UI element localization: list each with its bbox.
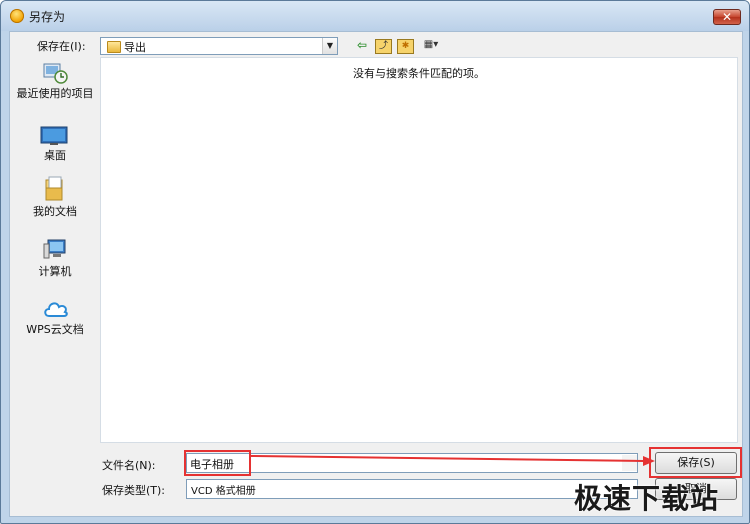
recent-icon [43, 63, 68, 84]
file-list[interactable]: 没有与搜索条件匹配的项。 [100, 57, 738, 443]
dialog-title: 另存为 [29, 10, 66, 24]
app-icon [10, 9, 24, 23]
save-in-value: 导出 [124, 41, 146, 54]
save-button-highlight [649, 447, 742, 478]
annotation-arrow [251, 455, 655, 466]
view-menu-icon[interactable]: ▦▾ [418, 37, 444, 53]
place-label: WPS云文档 [26, 323, 84, 336]
dialog-body: 保存在(I): 导出 ▼ ⇦ ⤴ ✱ ▦▾ 最近使用的项目 桌面 我的文档 计算… [9, 31, 743, 517]
place-wps-cloud[interactable]: WPS云文档 [14, 294, 96, 340]
file-type-value: VCD 格式相册 [191, 486, 256, 497]
computer-icon [43, 239, 66, 259]
up-folder-icon[interactable]: ⤴ [375, 39, 392, 54]
place-label: 最近使用的项目 [16, 87, 94, 100]
documents-icon [45, 176, 63, 201]
desktop-icon [40, 126, 68, 145]
file-name-label: 文件名(N): [102, 459, 156, 472]
watermark-text: 极速下载站 [574, 482, 720, 515]
save-in-combobox[interactable]: 导出 ▼ [100, 37, 338, 55]
file-type-select[interactable]: VCD 格式相册 [186, 479, 638, 499]
place-label: 桌面 [44, 149, 66, 162]
save-in-label: 保存在(I): [37, 40, 86, 53]
folder-icon [107, 41, 121, 53]
place-desktop[interactable]: 桌面 [14, 122, 96, 166]
close-button[interactable]: ✕ [713, 9, 741, 25]
place-label: 我的文档 [33, 205, 77, 218]
empty-message: 没有与搜索条件匹配的项。 [353, 67, 485, 80]
place-label: 计算机 [38, 265, 72, 278]
back-icon[interactable]: ⇦ [355, 37, 369, 53]
chevron-down-icon[interactable]: ▼ [322, 38, 337, 54]
file-name-highlight [184, 450, 251, 476]
place-recent[interactable]: 最近使用的项目 [14, 58, 96, 116]
file-type-label: 保存类型(T): [102, 484, 166, 497]
place-computer[interactable]: 计算机 [14, 236, 96, 282]
save-as-dialog: 另存为 ✕ 保存在(I): 导出 ▼ ⇦ ⤴ ✱ ▦▾ 最近使用的项目 桌面 我… [0, 0, 750, 524]
places-bar: 最近使用的项目 桌面 我的文档 计算机 WPS云文档 [14, 58, 96, 348]
place-documents[interactable]: 我的文档 [14, 176, 96, 222]
cloud-icon [44, 302, 68, 317]
title-bar[interactable]: 另存为 ✕ [1, 1, 749, 31]
new-folder-icon[interactable]: ✱ [397, 39, 414, 54]
